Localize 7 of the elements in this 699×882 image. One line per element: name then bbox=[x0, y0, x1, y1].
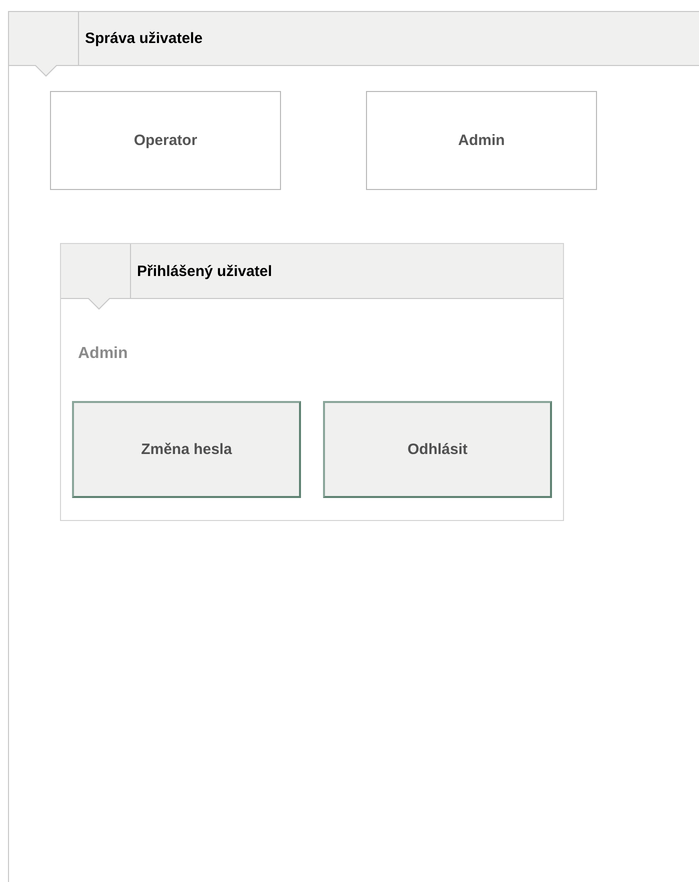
panel-title: Správa uživatele bbox=[85, 30, 203, 47]
user-panel-title: Přihlášený uživatel bbox=[137, 262, 272, 280]
role-button[interactable]: Admin bbox=[366, 91, 597, 190]
role-button[interactable]: Operator bbox=[50, 91, 281, 190]
action-button[interactable]: Změna hesla bbox=[72, 401, 301, 498]
action-button[interactable]: Odhlásit bbox=[323, 401, 552, 498]
user-name: Admin bbox=[78, 345, 129, 363]
